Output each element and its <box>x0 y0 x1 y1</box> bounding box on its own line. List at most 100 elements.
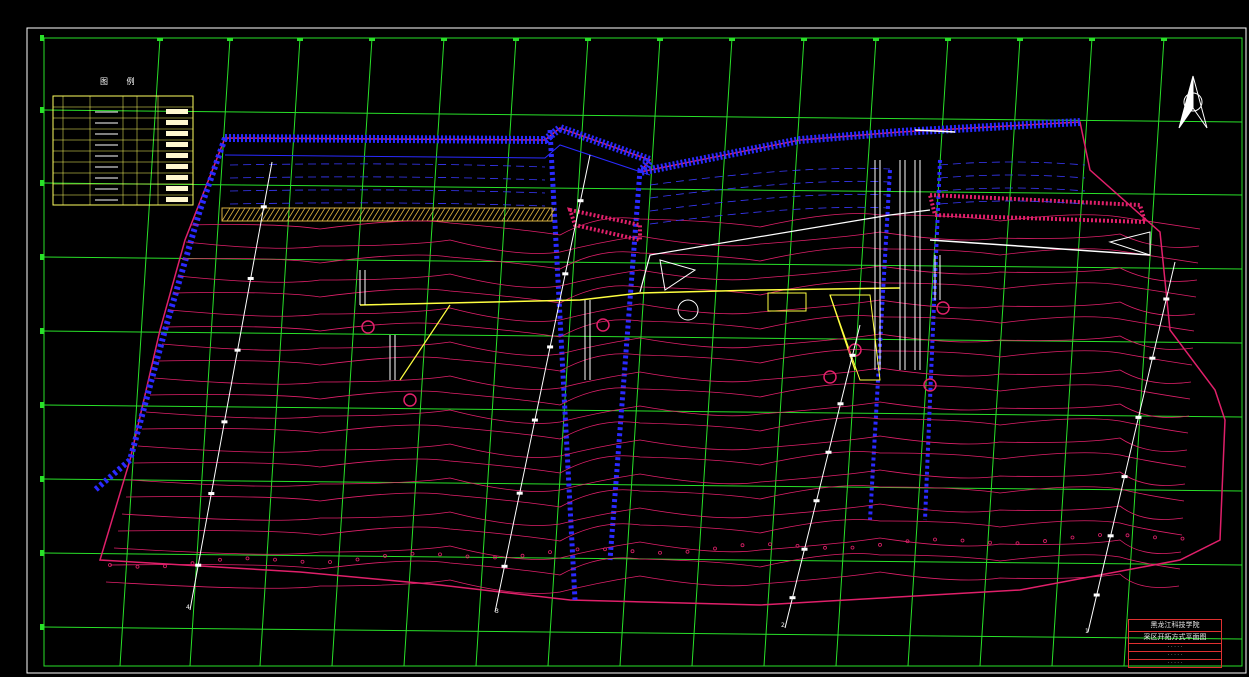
hatch-line <box>451 207 461 222</box>
title-block-drawing-title: 采区开拓方式平面图 <box>1129 632 1221 644</box>
hatch-line <box>286 207 296 222</box>
grid-line-h <box>43 182 1243 196</box>
borehole-marker <box>234 348 241 352</box>
seam-dash-left <box>229 176 546 181</box>
hatch-line <box>501 207 511 222</box>
grid-line-v <box>763 37 805 667</box>
contour-line <box>149 383 1191 406</box>
grid-tick <box>585 38 591 41</box>
hatch-line <box>511 207 521 222</box>
upper-roadway <box>929 239 1151 256</box>
hatch-line <box>491 207 501 222</box>
boundary-marker <box>1043 539 1047 543</box>
hatch-line <box>316 207 326 222</box>
hatch-line <box>306 207 316 222</box>
borehole-marker <box>247 276 254 280</box>
borehole-marker <box>1149 356 1156 360</box>
contour-line <box>145 401 1190 424</box>
grid-line-h <box>43 626 1243 640</box>
legend-swatch <box>166 131 188 136</box>
workface-marker <box>823 370 837 384</box>
boundary-marker <box>438 552 442 557</box>
borehole-marker <box>516 491 523 495</box>
grid-line-v <box>119 37 161 667</box>
grid-line-h <box>43 330 1243 344</box>
boundary-marker <box>328 560 332 564</box>
hatch-line <box>461 207 471 222</box>
hatch-line <box>236 207 246 222</box>
grid-tick <box>227 38 233 41</box>
exploration-line-label-3: 3 <box>495 608 499 615</box>
borehole-marker <box>837 402 844 406</box>
grid-line-v <box>331 37 373 667</box>
grid-tick <box>40 402 44 408</box>
hatch-line <box>276 207 286 222</box>
boundary-marker <box>575 547 580 552</box>
hatch-line <box>231 207 241 222</box>
roadway-network <box>359 129 1151 407</box>
grid-line-v <box>403 37 445 667</box>
hatch-line <box>446 207 456 222</box>
hatch-line <box>521 207 531 222</box>
grid-tick <box>40 35 44 41</box>
hatch-line <box>326 207 336 222</box>
grid-line-v <box>189 37 231 667</box>
borehole-marker <box>813 499 820 503</box>
hatched-strip <box>221 207 553 222</box>
hatch-line <box>411 207 421 222</box>
borehole-marker <box>501 564 508 568</box>
hatch-line <box>421 207 431 222</box>
branch-roadway <box>399 304 451 381</box>
borehole-marker <box>789 596 796 600</box>
hatch-line <box>506 207 516 222</box>
hatch-line <box>486 207 496 222</box>
hatch-line <box>436 207 446 222</box>
boundary-marker <box>850 545 855 550</box>
hatch-line <box>456 207 466 222</box>
borehole-marker <box>1093 593 1100 597</box>
boundary-marker <box>988 540 992 545</box>
legend-swatch <box>166 120 188 125</box>
grid-line-v <box>1051 37 1093 667</box>
title-block-row-c: · · · · · <box>1167 660 1183 666</box>
contour-line <box>137 435 1188 458</box>
boundary-marker <box>218 557 222 562</box>
contour-line <box>121 503 1184 526</box>
workface-marker <box>596 318 610 332</box>
ventilation-roadway <box>639 209 931 293</box>
cad-drawing-canvas <box>26 27 1247 674</box>
hatch-line <box>531 207 541 222</box>
grid-line-v <box>1123 37 1165 667</box>
grid-tick <box>513 38 519 41</box>
hatch-line <box>401 207 411 222</box>
boundary-marker <box>823 545 827 550</box>
contour-line <box>153 367 1192 390</box>
title-block: 黑龙江科技学院 采区开拓方式平面图 · · · · · · · · · · · … <box>1128 619 1222 668</box>
contour-line <box>133 451 1187 474</box>
contour-line <box>109 553 1181 576</box>
boundary-marker <box>768 542 772 547</box>
grid-tick <box>1161 38 1167 41</box>
hatched-block <box>566 207 642 243</box>
hatch-line <box>271 207 281 222</box>
shaft-top <box>914 129 956 133</box>
boundary-marker <box>355 557 360 562</box>
hatch-line <box>516 207 526 222</box>
workface-marker <box>403 393 417 407</box>
boundary-marker <box>273 557 277 562</box>
borehole-marker <box>825 450 832 454</box>
contour-line <box>181 247 1199 270</box>
hatch-line <box>376 207 386 222</box>
borehole-marker <box>547 345 554 349</box>
contour-line <box>113 537 1182 560</box>
exploration-line-label-2: 2 <box>781 622 785 629</box>
borehole-marker <box>221 420 228 424</box>
hatch-line <box>311 207 321 222</box>
boundary-marker <box>713 546 717 551</box>
grid-tick <box>40 180 44 186</box>
grid-tick <box>945 38 951 41</box>
hatch-line <box>341 207 351 222</box>
borehole-marker <box>208 492 215 496</box>
seam-dash-mid <box>649 167 891 186</box>
grid-line-v <box>691 37 733 667</box>
